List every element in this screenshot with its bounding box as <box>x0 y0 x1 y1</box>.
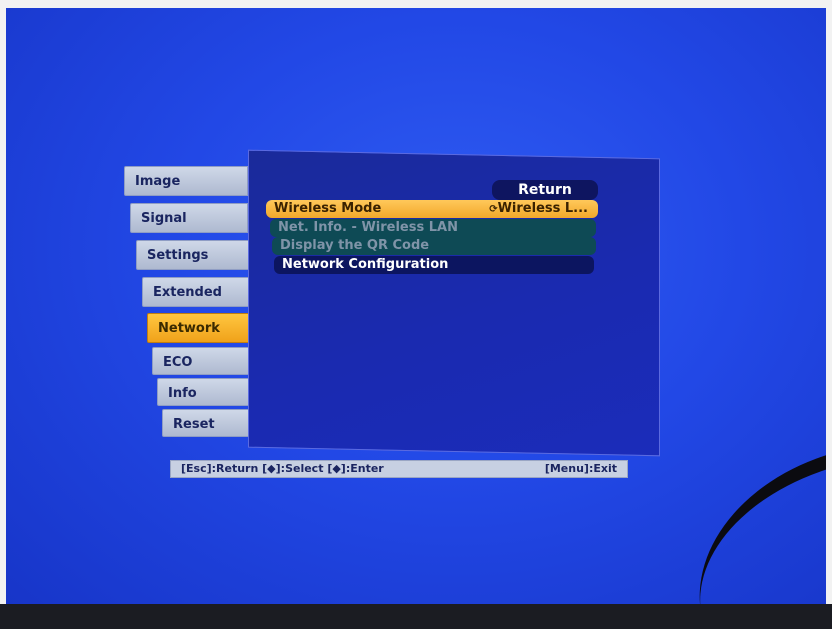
menu-row-display-qr-code[interactable]: Display the QR Code <box>272 237 596 255</box>
tab-extended[interactable]: Extended <box>142 277 252 307</box>
menu-row-net-info-wireless-lan[interactable]: Net. Info. - Wireless LAN <box>270 219 596 237</box>
enter-icon: ⟳ <box>489 204 498 215</box>
menu-row-wireless-mode[interactable]: Wireless Mode ⟳Wireless L... <box>266 200 598 218</box>
network-configuration-label: Network Configuration <box>282 257 449 272</box>
select-hint: [◆]:Select <box>262 462 324 475</box>
display-qr-label: Display the QR Code <box>280 238 430 253</box>
key-hint-bar: [Esc]:Return [◆]:Select [◆]:Enter [Menu]… <box>170 460 628 478</box>
tab-settings[interactable]: Settings <box>136 240 250 270</box>
footer-hints-left: [Esc]:Return [◆]:Select [◆]:Enter <box>181 461 384 477</box>
wireless-mode-value: ⟳Wireless L... <box>489 200 588 219</box>
network-menu-panel <box>248 149 660 457</box>
wireless-mode-label: Wireless Mode <box>274 201 382 216</box>
esc-hint: [Esc]:Return <box>181 462 259 475</box>
menu-row-network-configuration[interactable]: Network Configuration <box>274 256 594 274</box>
net-info-label: Net. Info. - Wireless LAN <box>278 220 458 235</box>
tab-image[interactable]: Image <box>124 166 248 196</box>
menu-exit-hint: [Menu]:Exit <box>544 462 617 475</box>
tab-eco[interactable]: ECO <box>152 347 262 375</box>
tab-signal[interactable]: Signal <box>130 203 248 233</box>
cable-shadow <box>674 448 826 608</box>
return-button[interactable]: Return <box>492 180 598 200</box>
enter-hint: [◆]:Enter <box>327 462 384 475</box>
screen-bottom-frame <box>0 604 832 629</box>
